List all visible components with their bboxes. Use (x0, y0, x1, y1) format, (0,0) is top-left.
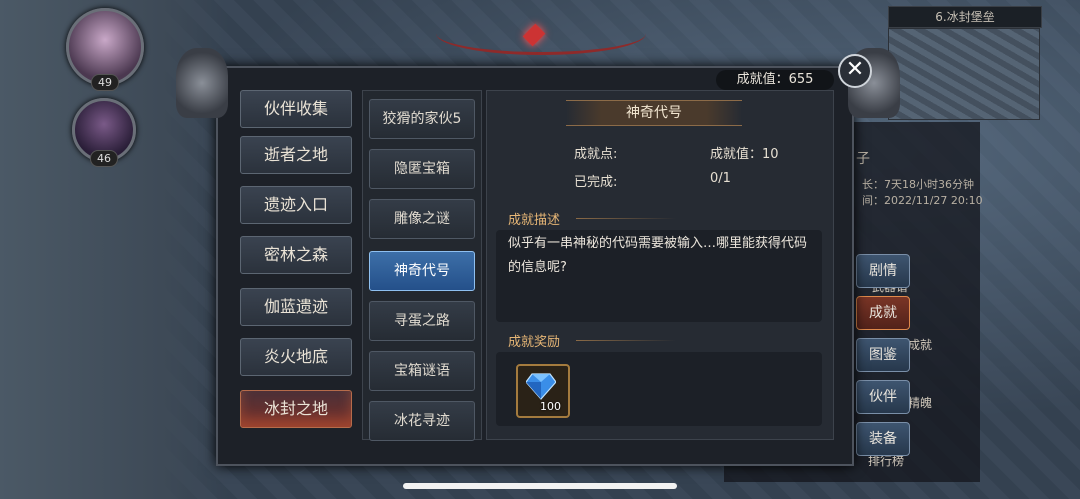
category-item[interactable]: 伙伴收集 (240, 90, 352, 128)
equipment-button[interactable]: 装备 (856, 422, 910, 456)
achievement-item[interactable]: 雕像之谜 (369, 199, 475, 239)
achievement-item[interactable]: 寻蛋之路 (369, 301, 475, 341)
minimap[interactable] (888, 28, 1040, 120)
achievement-item-active[interactable]: 神奇代号 (369, 251, 475, 291)
achievement-item[interactable]: 冰花寻迹 (369, 401, 475, 441)
achievement-button[interactable]: 成就 (856, 296, 910, 330)
reward-count: 100 (540, 400, 561, 413)
achievement-item[interactable]: 宝箱谜语 (369, 351, 475, 391)
category-item[interactable]: 炎火地底 (240, 338, 352, 376)
player-level: 49 (91, 74, 119, 91)
soul-label: 精魄 (908, 396, 933, 410)
story-button[interactable]: 剧情 (856, 254, 910, 288)
reward-header: 成就奖励 (508, 335, 561, 350)
achievement-item[interactable]: 狡猾的家伙5 (369, 99, 475, 139)
codex-button[interactable]: 图鉴 (856, 338, 910, 372)
detail-title: 神奇代号 (566, 100, 742, 126)
achievement-label: 成就 (908, 338, 933, 352)
player-portrait[interactable]: 49 (66, 8, 144, 91)
last-login: 间：2022/11/27 20:10 (862, 194, 983, 207)
partner-button[interactable]: 伙伴 (856, 380, 910, 414)
description-header: 成就描述 (508, 213, 561, 228)
close-button[interactable]: ✕ (838, 54, 872, 88)
achievement-score: 成就值：655 (716, 70, 834, 90)
points-label: 成就点: (574, 147, 618, 162)
description-text: 似乎有一串神秘的代码需要被输入…哪里能获得代码的信息呢? (508, 236, 808, 275)
category-list: 伙伴收集 逝者之地 遗迹入口 密林之森 伽蓝遗迹 炎火地底 冰封之地 (234, 90, 354, 438)
completed-value: 0/1 (710, 171, 731, 186)
category-item[interactable]: 遗迹入口 (240, 186, 352, 224)
home-indicator[interactable] (403, 483, 677, 489)
description-divider (576, 218, 676, 219)
achievement-list: 狡猾的家伙5 隐匿宝箱 雕像之谜 神奇代号 寻蛋之路 宝箱谜语 冰花寻迹 (362, 90, 482, 441)
category-item[interactable]: 伽蓝遗迹 (240, 288, 352, 326)
minimap-title: 6.冰封堡垒 (888, 6, 1042, 28)
play-time: 长：7天18小时36分钟 (862, 178, 974, 191)
reward-divider (576, 340, 676, 341)
points-value: 成就值：10 (710, 147, 779, 162)
category-item[interactable]: 密林之森 (240, 236, 352, 274)
category-item[interactable]: 逝者之地 (240, 136, 352, 174)
category-item-active[interactable]: 冰封之地 (240, 390, 352, 428)
pet-level: 46 (90, 150, 118, 167)
player-name-fragment: 子 (856, 151, 870, 167)
completed-label: 已完成: (574, 175, 618, 190)
achievement-item[interactable]: 隐匿宝箱 (369, 149, 475, 189)
pet-portrait[interactable]: 46 (72, 98, 136, 167)
left-ornament-icon (176, 48, 228, 118)
diamond-icon (526, 373, 556, 400)
